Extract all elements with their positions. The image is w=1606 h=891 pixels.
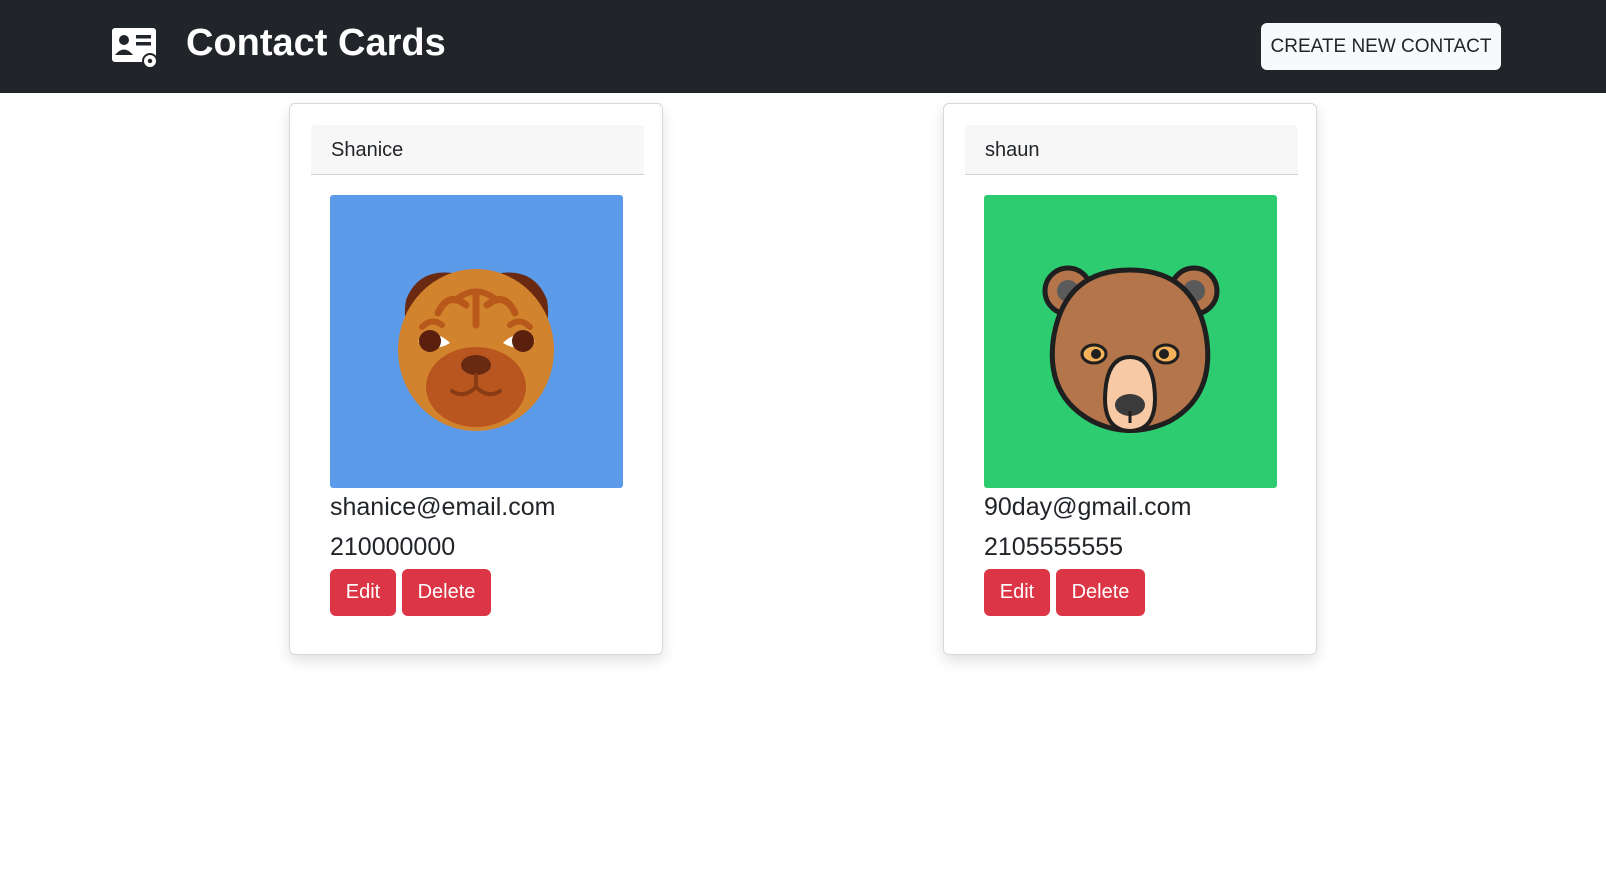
contact-phone: 210000000	[330, 533, 456, 561]
contact-card: Shanice shanice@email.com 210000000 Edit…	[289, 103, 663, 655]
contact-card-icon	[112, 28, 158, 69]
contact-name: shaun	[965, 125, 1298, 175]
navbar: Contact Cards CREATE NEW CONTACT	[0, 0, 1606, 93]
delete-button[interactable]: Delete	[1056, 569, 1145, 616]
delete-button[interactable]: Delete	[402, 569, 491, 616]
bear-icon	[984, 195, 1277, 488]
contact-phone: 2105555555	[984, 533, 1124, 561]
contact-avatar	[330, 195, 623, 488]
contact-email: shanice@email.com	[330, 493, 556, 521]
app-title: Contact Cards	[186, 22, 446, 64]
edit-button[interactable]: Edit	[984, 569, 1050, 616]
pug-dog-icon	[330, 195, 623, 488]
contact-card: shaun 90day@gmail.com 2105555555 Edit De…	[943, 103, 1317, 655]
contact-name: Shanice	[311, 125, 644, 175]
create-contact-button[interactable]: CREATE NEW CONTACT	[1261, 23, 1501, 70]
contact-avatar	[984, 195, 1277, 488]
edit-button[interactable]: Edit	[330, 569, 396, 616]
contact-email: 90day@gmail.com	[984, 493, 1192, 521]
